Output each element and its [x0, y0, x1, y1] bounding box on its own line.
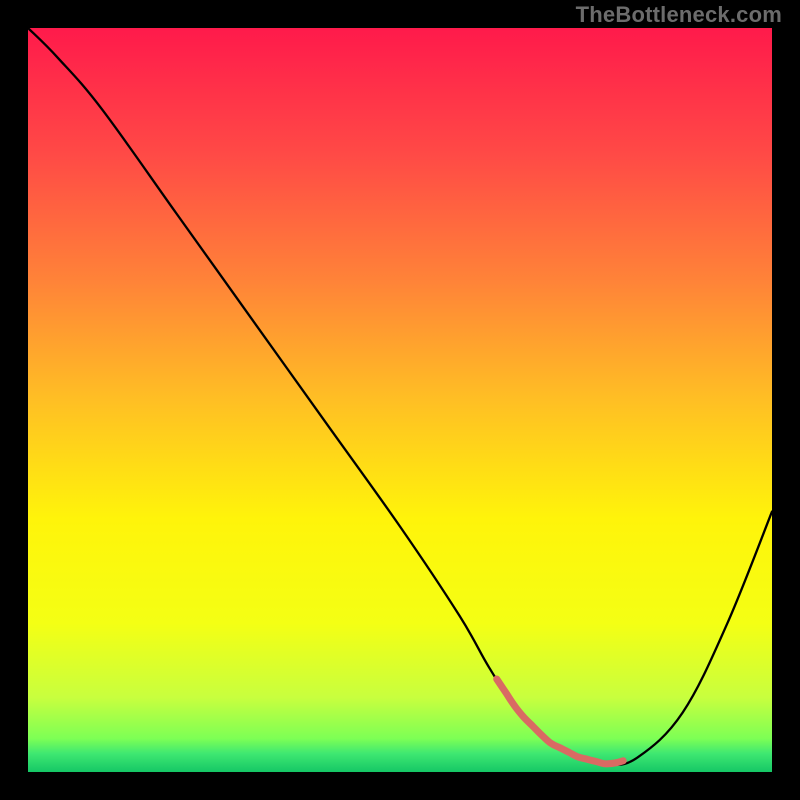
- highlight-segment: [497, 679, 624, 764]
- chart-container: TheBottleneck.com: [0, 0, 800, 800]
- curve-layer: [28, 28, 772, 772]
- bottleneck-curve: [28, 28, 772, 765]
- watermark-text: TheBottleneck.com: [576, 2, 782, 28]
- plot-area: [28, 28, 772, 772]
